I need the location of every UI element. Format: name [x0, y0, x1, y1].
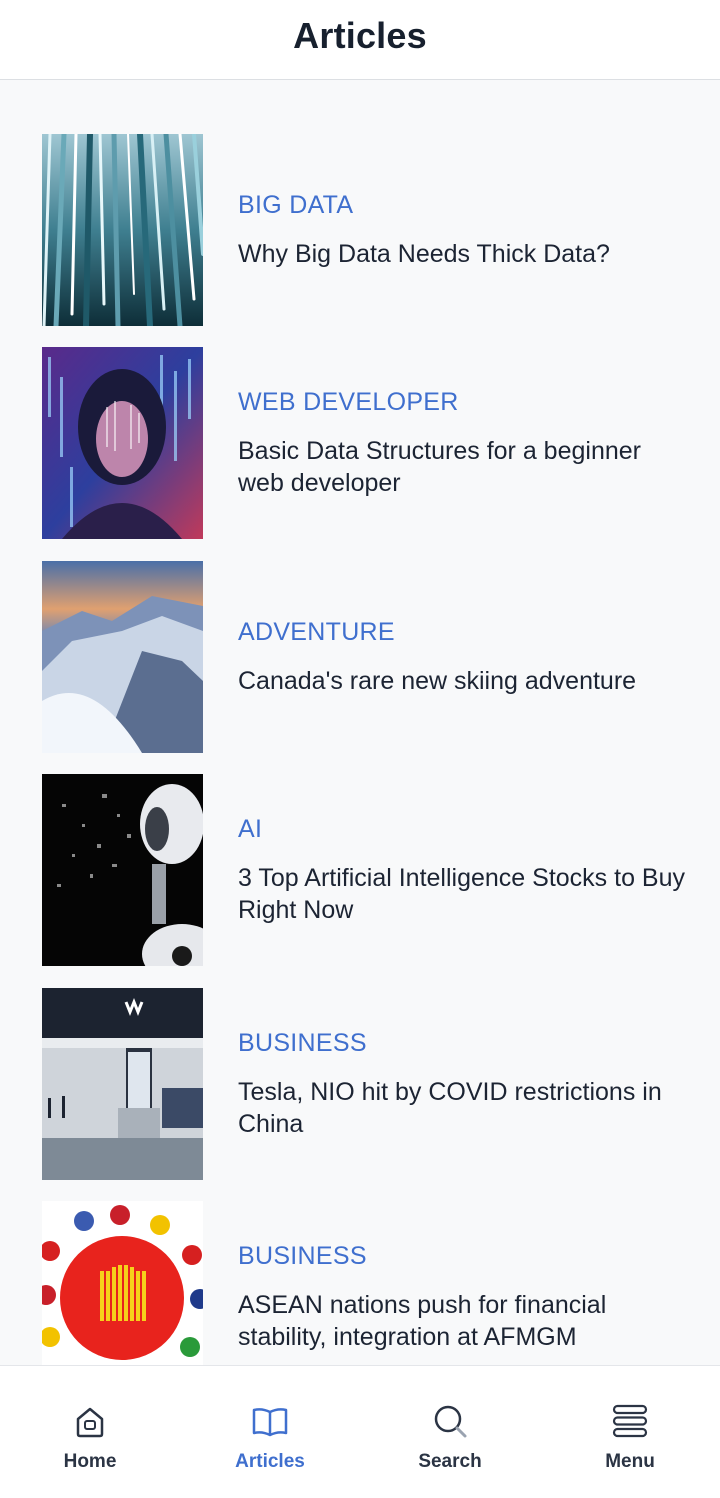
article-item[interactable]: BIG DATA Why Big Data Needs Thick Data?	[42, 134, 692, 326]
page-title: Articles	[293, 14, 427, 56]
tab-home-label: Home	[63, 1451, 117, 1472]
bottom-tab-bar: Home Articles Search Menu	[0, 1365, 720, 1498]
article-title[interactable]: Tesla, NIO hit by COVID restrictions in …	[238, 1076, 688, 1140]
home-icon	[76, 1407, 104, 1438]
article-title[interactable]: Basic Data Structures for a beginner web…	[238, 435, 688, 499]
article-list[interactable]: BIG DATA Why Big Data Needs Thick Data?	[0, 80, 720, 1365]
article-thumbnail	[42, 347, 203, 539]
book-icon	[252, 1408, 288, 1437]
article-category: ADVENTURE	[238, 617, 395, 646]
article-title[interactable]: 3 Top Artificial Intelligence Stocks to …	[238, 862, 688, 926]
article-category: WEB DEVELOPER	[238, 387, 459, 416]
article-thumbnail	[42, 134, 203, 326]
search-icon	[434, 1405, 467, 1438]
article-title[interactable]: Why Big Data Needs Thick Data?	[238, 238, 688, 270]
article-thumbnail	[42, 774, 203, 966]
tab-menu-label: Menu	[605, 1451, 655, 1472]
tab-search[interactable]: Search	[360, 1366, 540, 1498]
article-title[interactable]: ASEAN nations push for financial stabili…	[238, 1289, 688, 1353]
tab-search-label: Search	[418, 1451, 482, 1472]
article-thumbnail	[42, 988, 203, 1180]
article-thumbnail	[42, 561, 203, 753]
article-title[interactable]: Canada's rare new skiing adventure	[238, 665, 688, 697]
article-category: BUSINESS	[238, 1241, 367, 1270]
tab-home[interactable]: Home	[0, 1366, 180, 1498]
tab-menu[interactable]: Menu	[540, 1366, 720, 1498]
article-item[interactable]: ADVENTURE Canada's rare new skiing adven…	[42, 561, 692, 753]
tab-articles[interactable]: Articles	[180, 1366, 360, 1498]
tab-articles-label: Articles	[235, 1451, 305, 1472]
article-thumbnail	[42, 1201, 203, 1365]
article-category: BUSINESS	[238, 1028, 367, 1057]
article-item[interactable]: BUSINESS ASEAN nations push for financia…	[42, 1201, 692, 1365]
article-item[interactable]: WEB DEVELOPER Basic Data Structures for …	[42, 347, 692, 539]
menu-icon	[612, 1404, 648, 1438]
app-header: Articles	[0, 0, 720, 80]
article-item[interactable]: AI 3 Top Artificial Intelligence Stocks …	[42, 774, 692, 966]
article-category: BIG DATA	[238, 190, 354, 219]
article-item[interactable]: BUSINESS Tesla, NIO hit by COVID restric…	[42, 988, 692, 1180]
article-category: AI	[238, 814, 263, 843]
